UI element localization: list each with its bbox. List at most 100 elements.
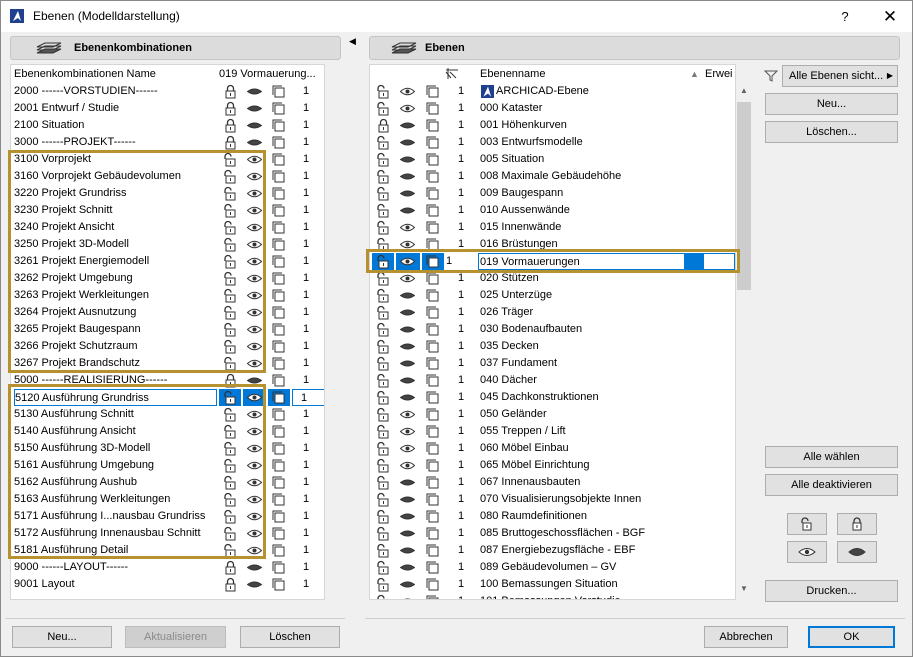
wireframe-icon[interactable] (422, 202, 444, 219)
layer-name[interactable]: 019 Vormauerungen (478, 253, 685, 270)
intersection-number[interactable]: 1 (303, 202, 317, 219)
unlock-icon[interactable] (372, 542, 394, 559)
eye-open-icon[interactable] (243, 457, 265, 474)
wireframe-icon[interactable] (268, 270, 290, 287)
wireframe-icon[interactable] (422, 151, 444, 168)
layer-name[interactable]: 009 Baugespann (480, 185, 685, 202)
unlock-icon[interactable] (372, 491, 394, 508)
layer-combination-row[interactable]: 3262 Projekt Umgebung 1 (11, 270, 324, 287)
layer-row[interactable]: 1 020 Stützen (370, 270, 735, 287)
combination-name[interactable]: 3262 Projekt Umgebung (14, 270, 217, 287)
layer-row[interactable]: 1 030 Bodenaufbauten (370, 321, 735, 338)
sort-up-icon[interactable]: ▲ (690, 66, 702, 83)
scroll-down-arrow-icon[interactable]: ▼ (736, 584, 752, 593)
intersection-number[interactable]: 1 (303, 508, 317, 525)
wireframe-icon[interactable] (422, 440, 444, 457)
eye-open-icon[interactable] (243, 270, 265, 287)
wireframe-icon[interactable] (268, 83, 290, 100)
combination-name[interactable]: 2000 ------VORSTUDIEN------ (14, 83, 217, 100)
unlock-icon[interactable] (219, 287, 241, 304)
layer-intersection-number[interactable]: 1 (458, 304, 472, 321)
layer-row[interactable]: 1 055 Treppen / Lift (370, 423, 735, 440)
layer-combination-row[interactable]: 3100 Vorprojekt 1 (11, 151, 324, 168)
layer-row[interactable]: 1 019 Vormauerungen (370, 253, 735, 270)
eye-closed-icon[interactable] (396, 389, 420, 406)
wireframe-icon[interactable] (422, 525, 444, 542)
layer-combination-row[interactable]: 3220 Projekt Grundriss 1 (11, 185, 324, 202)
intersection-number[interactable]: 1 (303, 355, 317, 372)
wireframe-icon[interactable] (268, 287, 290, 304)
layer-name[interactable]: 005 Situation (480, 151, 685, 168)
unlock-icon[interactable] (219, 270, 241, 287)
wireframe-icon[interactable] (268, 440, 290, 457)
wireframe-icon[interactable] (268, 185, 290, 202)
combination-name[interactable]: 5161 Ausführung Umgebung (14, 457, 217, 474)
combination-name[interactable]: 3264 Projekt Ausnutzung (14, 304, 217, 321)
layer-row[interactable]: 1 003 Entwurfsmodelle (370, 134, 735, 151)
wireframe-icon[interactable] (422, 508, 444, 525)
combination-name[interactable]: 5181 Ausführung Detail (14, 542, 217, 559)
unlock-icon[interactable] (219, 151, 241, 168)
wireframe-icon[interactable] (422, 321, 444, 338)
layer-name[interactable]: 050 Geländer (480, 406, 685, 423)
layer-intersection-number[interactable]: 1 (458, 525, 472, 542)
layer-name[interactable]: 030 Bodenaufbauten (480, 321, 685, 338)
layer-row[interactable]: 1 009 Baugespann (370, 185, 735, 202)
layer-row[interactable]: 1 045 Dachkonstruktionen (370, 389, 735, 406)
layer-row[interactable]: 1 085 Bruttogeschossflächen - BGF (370, 525, 735, 542)
intersection-number[interactable]: 1 (303, 491, 317, 508)
layer-name[interactable]: 055 Treppen / Lift (480, 423, 685, 440)
column-header-layer-name[interactable]: Ebenenname (480, 66, 680, 83)
unlock-icon[interactable] (219, 253, 241, 270)
wireframe-icon[interactable] (268, 321, 290, 338)
layer-row[interactable]: 1 060 Möbel Einbau (370, 440, 735, 457)
layer-name[interactable]: 101 Bemassungen Vorstudie (480, 593, 685, 599)
combination-name[interactable]: 3267 Projekt Brandschutz (14, 355, 217, 372)
eye-closed-icon[interactable] (396, 355, 420, 372)
combination-name[interactable]: 5162 Ausführung Aushub (14, 474, 217, 491)
layer-intersection-number[interactable]: 1 (458, 236, 472, 253)
lock-icon[interactable] (219, 134, 241, 151)
wireframe-icon[interactable] (268, 355, 290, 372)
eye-closed-icon[interactable] (396, 474, 420, 491)
layer-combination-row[interactable]: 5181 Ausführung Detail 1 (11, 542, 324, 559)
wireframe-icon[interactable] (268, 219, 290, 236)
unlock-icon[interactable] (372, 576, 394, 593)
wireframe-icon[interactable] (268, 134, 290, 151)
combination-name[interactable]: 3000 ------PROJEKT------ (14, 134, 217, 151)
layer-combination-row[interactable]: 3160 Vorprojekt Gebäudevolumen 1 (11, 168, 324, 185)
wireframe-icon[interactable] (268, 168, 290, 185)
unlock-icon[interactable] (372, 168, 394, 185)
unlock-icon[interactable] (219, 474, 241, 491)
intersection-number[interactable]: 1 (303, 270, 317, 287)
unlock-icon[interactable] (219, 236, 241, 253)
layer-intersection-number[interactable]: 1 (458, 440, 472, 457)
eye-closed-icon[interactable] (396, 593, 420, 599)
intersection-number[interactable]: 1 (303, 457, 317, 474)
eye-closed-icon[interactable] (396, 559, 420, 576)
layer-name[interactable]: 020 Stützen (480, 270, 685, 287)
eye-open-icon[interactable] (243, 236, 265, 253)
close-button[interactable]: ✕ (877, 5, 903, 29)
layer-row[interactable]: 1 010 Aussenwände (370, 202, 735, 219)
intersection-number[interactable]: 1 (303, 117, 317, 134)
combination-name[interactable]: 5163 Ausführung Werkleitungen (14, 491, 217, 508)
column-header-layer[interactable]: 019 Vormauerung... (219, 66, 324, 83)
eye-open-icon[interactable] (243, 355, 265, 372)
new-layer-button[interactable]: Neu... (765, 93, 898, 115)
unlock-icon[interactable] (372, 593, 394, 599)
layer-intersection-number[interactable]: 1 (458, 321, 472, 338)
wireframe-icon[interactable] (422, 355, 444, 372)
layer-row[interactable]: 1 008 Maximale Gebäudehöhe (370, 168, 735, 185)
layer-name[interactable]: ARCHICAD-Ebene (496, 83, 701, 100)
unlock-icon[interactable] (372, 151, 394, 168)
combination-name[interactable]: 3265 Projekt Baugespann (14, 321, 217, 338)
layer-combination-row[interactable]: 3264 Projekt Ausnutzung 1 (11, 304, 324, 321)
intersection-number[interactable]: 1 (303, 559, 317, 576)
unlock-icon[interactable] (372, 202, 394, 219)
layer-intersection-number[interactable]: 1 (458, 423, 472, 440)
combination-name[interactable]: 5172 Ausführung Innenausbau Schnitt (14, 525, 217, 542)
eye-open-icon[interactable] (243, 491, 265, 508)
unlock-icon[interactable] (219, 525, 241, 542)
combination-name[interactable]: 5140 Ausführung Ansicht (14, 423, 217, 440)
